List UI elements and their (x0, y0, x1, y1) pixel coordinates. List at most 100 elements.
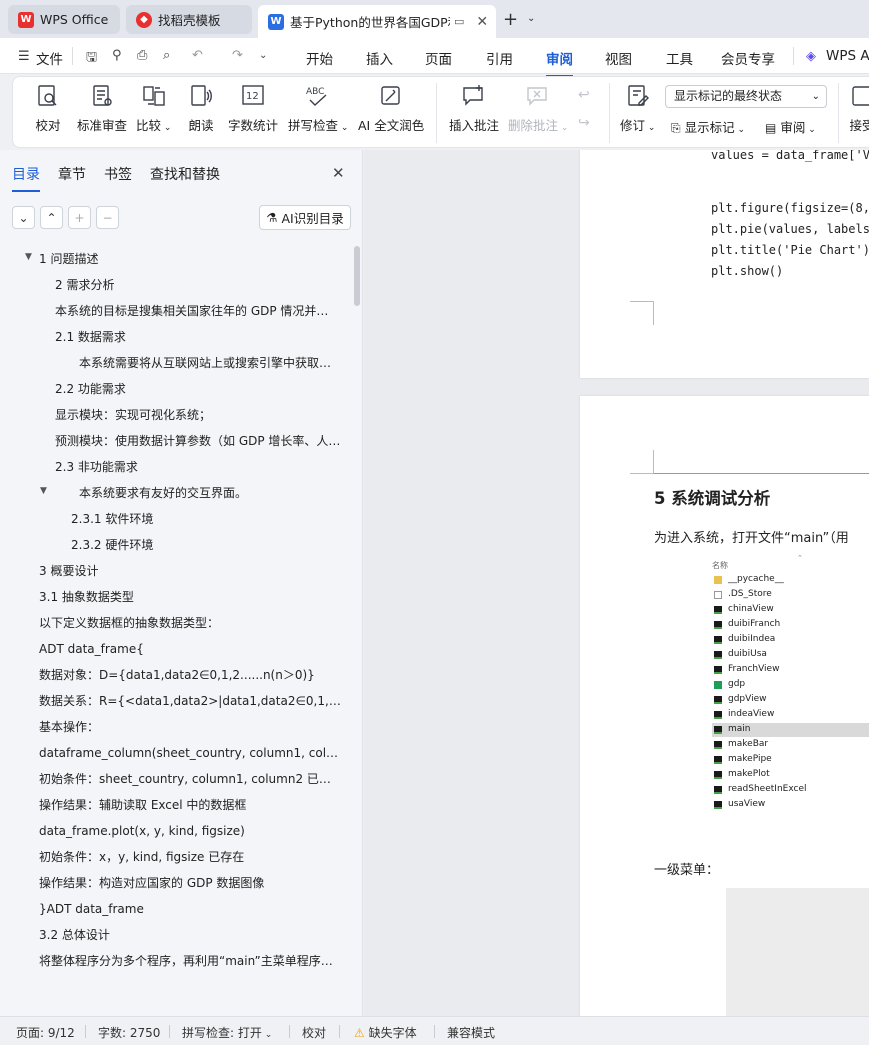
toc-item[interactable]: 2.1 数据需求 (55, 328, 340, 346)
share-icon[interactable]: ⚲ (112, 48, 122, 63)
file-row[interactable]: chinaView (712, 603, 869, 617)
file-row[interactable]: duibiFranch (712, 618, 869, 632)
monitor-icon[interactable]: ▭ (454, 15, 464, 28)
expand-up-button[interactable]: ⌃ (40, 206, 63, 229)
menu-member[interactable]: 会员专享 (721, 48, 775, 68)
file-row[interactable]: main (712, 723, 869, 737)
caret-down-icon[interactable]: ▼ (40, 486, 47, 496)
file-row[interactable]: duibiUsa (712, 648, 869, 662)
tab-find-replace[interactable]: 查找和替换 (150, 164, 220, 184)
new-tab-plus-icon[interactable]: + (503, 9, 518, 30)
toc-item[interactable]: 数据关系：R={<data1,data2>|data1,data2∈0,1,2.… (39, 692, 341, 710)
review-pane-button[interactable]: ▤ 审阅 ⌄ (765, 117, 816, 136)
toc-item[interactable]: 3.1 抽象数据类型 (39, 588, 339, 606)
toc-item[interactable]: 3.2 总体设计 (39, 926, 339, 944)
tab-chapters[interactable]: 章节 (58, 164, 86, 184)
accept-button[interactable]: 接受 (849, 83, 869, 134)
file-row[interactable]: gdpView (712, 693, 869, 707)
toc-item[interactable]: data_frame.plot(x, y, kind, figsize) (39, 822, 339, 840)
file-row[interactable]: duibiIndea (712, 633, 869, 647)
print-preview-icon[interactable]: ⌕ (163, 48, 170, 63)
page-indicator[interactable]: 页面: 9/12 (16, 1024, 75, 1041)
toc-item[interactable]: 本系统需要将从互联网站上或搜索引擎中获取的数据 (79, 354, 334, 372)
menu-file[interactable]: 文件 (36, 48, 63, 68)
toc-item[interactable]: 显示模块：实现可视化系统； (55, 406, 340, 424)
toc-item[interactable]: 预测模块：使用数据计算参数（如 GDP 增长率、人口等） (55, 432, 341, 450)
tab-bookmarks[interactable]: 书签 (104, 164, 132, 184)
proofread-status[interactable]: 校对 (302, 1024, 326, 1041)
insert-comment-button[interactable]: 插入批注 (449, 83, 499, 134)
spell-check-button[interactable]: ABC 拼写检查 ⌄ (288, 83, 348, 134)
tab-document[interactable]: W 基于Python的世界各国GDP和 ▭ ✕ (258, 5, 496, 38)
tab-wps-office[interactable]: W WPS Office (8, 5, 120, 34)
chevron-down-icon[interactable]: ⌄ (527, 13, 535, 24)
revise-button[interactable]: 修订 ⌄ (620, 83, 655, 134)
save-icon[interactable]: 🖫 (86, 48, 97, 70)
toc-item[interactable]: 2 需求分析 (55, 276, 340, 294)
missing-font-status[interactable]: ⚠ 缺失字体 (354, 1024, 417, 1041)
toc-item[interactable]: 数据对象：D={data1,data2∈0,1,2......n(n＞0)} (39, 666, 339, 684)
toc-item[interactable]: 基本操作： (39, 718, 339, 736)
menu-home[interactable]: 开始 (306, 48, 333, 68)
toc-item[interactable]: 3 概要设计 (39, 562, 339, 580)
ai-toc-button[interactable]: ⚗ AI识别目录 (259, 205, 351, 230)
toc-item[interactable]: 本系统的目标是搜集相关国家往年的 GDP 情况并以可视化方式呈现 (55, 302, 340, 320)
toc-item[interactable]: 操作结果：辅助读取 Excel 中的数据框 (39, 796, 339, 814)
file-row[interactable]: usaView (712, 798, 869, 812)
show-markup-button[interactable]: ⎘ 显示标记 ⌄ (671, 117, 745, 136)
standard-review-button[interactable]: 标准审查 (77, 83, 127, 134)
add-heading-button[interactable]: + (68, 206, 91, 229)
next-comment-icon[interactable]: ↪ (578, 115, 590, 131)
toc-item[interactable]: 操作结果：构造对应国家的 GDP 数据图像 (39, 874, 339, 892)
tab-docer[interactable]: ◆ 找稻壳模板 (126, 5, 252, 34)
menu-wps-ai[interactable]: WPS AI (826, 48, 869, 64)
file-row[interactable]: gdp (712, 678, 869, 692)
file-row[interactable]: readSheetInExcel (712, 783, 869, 797)
hamburger-icon[interactable]: ☰ (18, 49, 30, 64)
word-count-button[interactable]: 12 字数统计 (228, 83, 278, 134)
compare-button[interactable]: 比较 ⌄ (136, 83, 171, 134)
proofread-button[interactable]: 校对 (35, 83, 61, 134)
toc-item[interactable]: dataframe_column(sheet_country, column1,… (39, 744, 342, 762)
toc-item[interactable]: ADT data_frame{ (39, 640, 339, 658)
toc-item[interactable]: 2.3.1 软件环境 (71, 510, 336, 528)
toc-item[interactable]: 本系统要求有友好的交互界面。 (79, 484, 334, 502)
read-aloud-button[interactable]: 朗读 (188, 83, 214, 134)
toc-item[interactable]: 2.2 功能需求 (55, 380, 340, 398)
toc-item[interactable]: 1 问题描述 (39, 250, 339, 268)
delete-comment-button[interactable]: 删除批注 ⌄ (508, 83, 568, 134)
chevron-down-icon[interactable]: ⌄ (259, 50, 267, 61)
markup-state-select[interactable]: 显示标记的最终状态 ⌄ (665, 85, 827, 108)
spell-check-status[interactable]: 拼写检查: 打开 ⌄ (182, 1024, 272, 1041)
tab-toc[interactable]: 目录 (12, 164, 40, 192)
menu-insert[interactable]: 插入 (366, 48, 393, 68)
menu-review[interactable]: 审阅 (546, 48, 573, 77)
undo-icon[interactable]: ↶ (192, 48, 203, 63)
file-row[interactable]: .DS_Store (712, 588, 869, 602)
file-row[interactable]: makeBar (712, 738, 869, 752)
word-count-indicator[interactable]: 字数: 2750 (98, 1024, 160, 1041)
file-row[interactable]: FranchView (712, 663, 869, 677)
remove-heading-button[interactable]: − (96, 206, 119, 229)
close-icon[interactable]: ✕ (332, 164, 345, 182)
file-row[interactable]: makePipe (712, 753, 869, 767)
toc-item[interactable]: }ADT data_frame (39, 900, 339, 918)
menu-tools[interactable]: 工具 (666, 48, 693, 68)
print-icon[interactable]: ⎙ (137, 48, 147, 63)
redo-icon[interactable]: ↷ (232, 48, 243, 63)
toc-item[interactable]: 以下定义数据框的抽象数据类型： (39, 614, 339, 632)
menu-references[interactable]: 引用 (486, 48, 513, 68)
menu-view[interactable]: 视图 (605, 48, 632, 68)
close-icon[interactable]: ✕ (476, 14, 488, 30)
ai-polish-button[interactable]: AI 全文润色 (358, 83, 424, 134)
file-row[interactable]: __pycache__ (712, 573, 869, 587)
toc-item[interactable]: 2.3.2 硬件环境 (71, 536, 336, 554)
file-row[interactable]: indeaView (712, 708, 869, 722)
toc-item[interactable]: 初始条件：x，y, kind, figsize 已存在 (39, 848, 339, 866)
previous-comment-icon[interactable]: ↩ (578, 87, 590, 103)
menu-page[interactable]: 页面 (425, 48, 452, 68)
toc-item[interactable]: 将整体程序分为多个程序，再利用“main”主菜单程序调用各子程序 (39, 952, 336, 970)
outline-scrollbar[interactable] (354, 246, 360, 306)
collapse-all-button[interactable]: ⌄ (12, 206, 35, 229)
toc-item[interactable]: 2.3 非功能需求 (55, 458, 340, 476)
